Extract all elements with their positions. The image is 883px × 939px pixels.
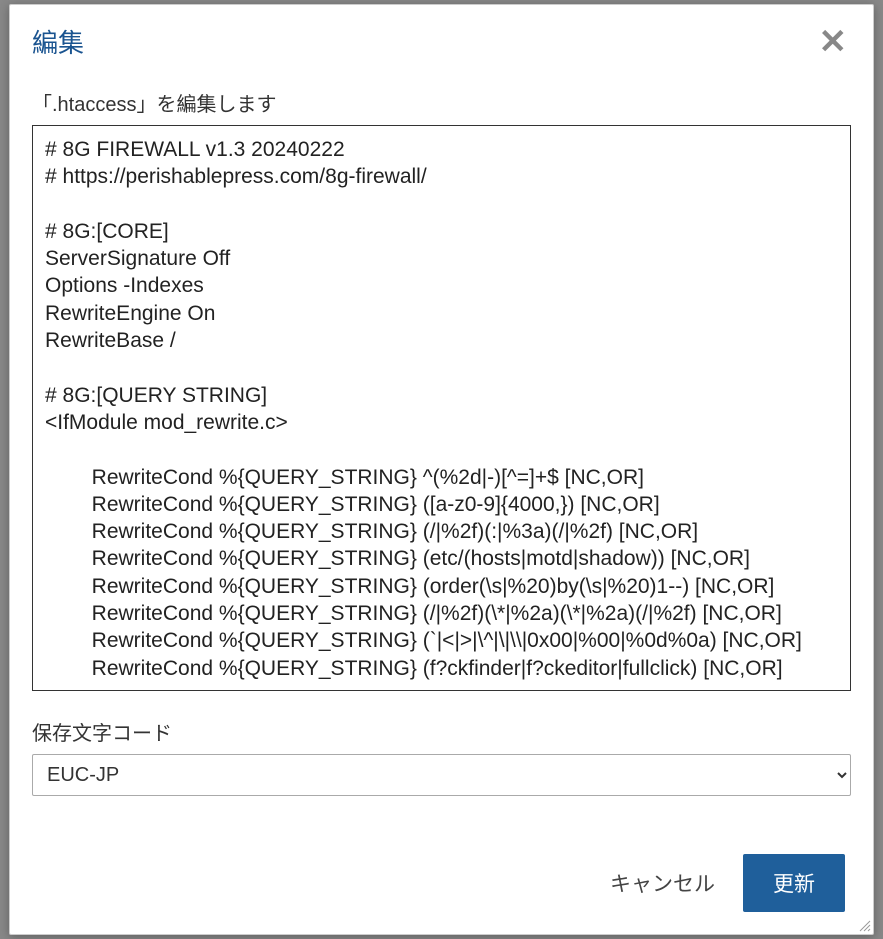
modal-header: 編集 ✕ — [10, 5, 873, 88]
close-icon[interactable]: ✕ — [815, 25, 852, 59]
htaccess-editor[interactable] — [32, 125, 851, 691]
encoding-section: 保存文字コード EUC-JP — [32, 717, 851, 796]
encoding-select[interactable]: EUC-JP — [32, 754, 851, 796]
editor-description: 「.htaccess」を編集します — [32, 88, 851, 117]
encoding-label: 保存文字コード — [32, 717, 851, 746]
cancel-button[interactable]: キャンセル — [606, 860, 719, 906]
edit-modal: 編集 ✕ 「.htaccess」を編集します 保存文字コード EUC-JP キャ… — [9, 4, 874, 935]
modal-overlay: 編集 ✕ 「.htaccess」を編集します 保存文字コード EUC-JP キャ… — [0, 0, 883, 939]
submit-button[interactable]: 更新 — [743, 854, 845, 912]
modal-footer: キャンセル 更新 — [10, 826, 873, 934]
resize-handle-icon[interactable] — [857, 918, 871, 932]
modal-body: 「.htaccess」を編集します 保存文字コード EUC-JP — [10, 88, 873, 826]
modal-title: 編集 — [32, 23, 84, 60]
